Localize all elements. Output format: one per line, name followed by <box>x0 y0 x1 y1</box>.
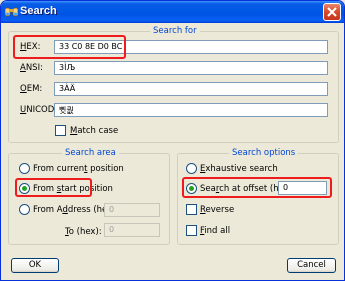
from-start-label[interactable]: From start position <box>33 184 113 194</box>
search-binoculars-icon <box>5 7 18 17</box>
search-for-legend: Search for <box>150 26 200 36</box>
from-start-radio[interactable] <box>19 183 30 194</box>
close-button[interactable] <box>323 3 341 21</box>
to-hex-label: To (hex): <box>65 227 102 237</box>
from-current-label[interactable]: From current position <box>33 164 124 174</box>
search-at-offset-radio[interactable] <box>186 183 197 194</box>
exhaustive-search-radio[interactable] <box>186 163 197 174</box>
close-icon <box>327 7 337 17</box>
unicode-input[interactable]: 쀳퀎 <box>54 103 328 117</box>
ansi-label: ANSI: <box>20 63 43 73</box>
from-current-radio[interactable] <box>19 163 30 174</box>
match-case-checkbox[interactable] <box>55 125 66 136</box>
offset-input[interactable]: 0 <box>278 181 327 195</box>
search-dialog: Search Search for HEX: 33 C0 8E D0 BC AN… <box>0 0 345 281</box>
reverse-label[interactable]: Reverse <box>200 205 234 215</box>
oem-input[interactable]: 3ÀÄ <box>54 82 328 96</box>
hex-label: HEX: <box>20 42 41 52</box>
from-address-input[interactable]: 0 <box>104 203 160 217</box>
cancel-button[interactable]: Cancel <box>287 258 336 273</box>
reverse-checkbox[interactable] <box>186 204 197 215</box>
match-case-label[interactable]: Match case <box>70 126 118 136</box>
hex-input[interactable]: 33 C0 8E D0 BC <box>54 40 328 54</box>
ok-button[interactable]: OK <box>11 258 59 273</box>
exhaustive-search-label[interactable]: Exhaustive search <box>200 164 278 174</box>
find-all-label[interactable]: Find all <box>200 226 230 236</box>
ansi-input[interactable]: 3ÌЉ <box>54 61 328 75</box>
find-all-checkbox[interactable] <box>186 225 197 236</box>
oem-label: OEM: <box>20 84 43 94</box>
dialog-title: Search <box>20 5 57 17</box>
search-options-legend: Search options <box>229 148 299 158</box>
search-area-legend: Search area <box>62 148 119 158</box>
from-address-radio[interactable] <box>19 204 30 215</box>
title-bar[interactable]: Search <box>1 1 344 23</box>
to-hex-input[interactable]: 0 <box>104 223 160 237</box>
